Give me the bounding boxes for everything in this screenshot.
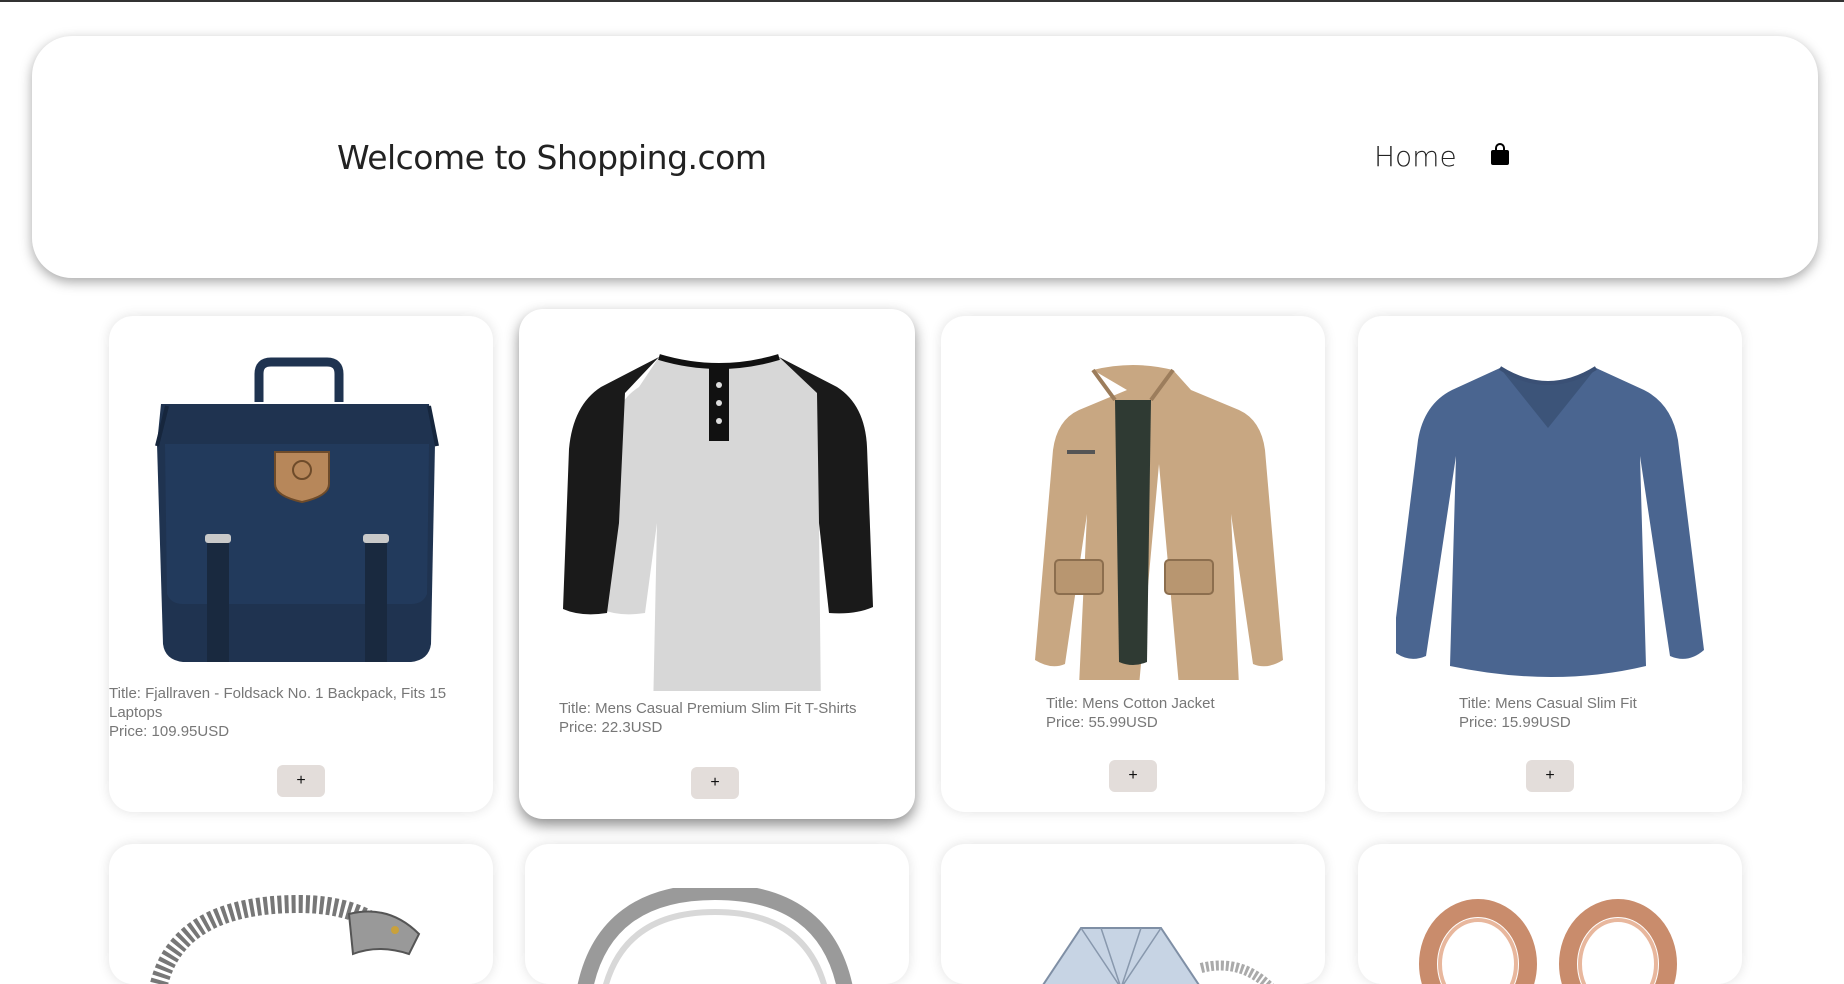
product-card: Title: Mens Casual Premium Slim Fit T-Sh…: [519, 309, 915, 819]
product-card: [941, 844, 1325, 984]
site-header: Welcome to Shopping.com Home: [32, 36, 1818, 278]
product-card: [1358, 844, 1742, 984]
product-title: Title: Mens Casual Slim Fit: [1459, 695, 1637, 712]
product-card: Title: Fjallraven - Foldsack No. 1 Backp…: [109, 316, 493, 812]
product-price: Price: 55.99USD: [1046, 714, 1158, 731]
product-image-earrings: [1419, 899, 1677, 984]
product-price: Price: 22.3USD: [559, 719, 663, 736]
product-price: Price: 15.99USD: [1459, 714, 1571, 731]
nav-home-link[interactable]: Home: [1374, 140, 1457, 173]
product-price: Price: 109.95USD: [109, 723, 230, 740]
add-to-cart-button[interactable]: +: [1109, 760, 1157, 792]
add-to-cart-button[interactable]: +: [1526, 760, 1574, 792]
product-image-ring: [577, 888, 853, 984]
product-image-jacket: [1035, 365, 1283, 680]
shopping-bag-icon[interactable]: [1490, 143, 1510, 165]
product-image-tshirt: [563, 354, 873, 691]
product-title: Title: Mens Casual Premium Slim Fit T-Sh…: [559, 700, 857, 717]
top-border-line: [0, 0, 1844, 2]
product-image-diamond-ring: [1042, 927, 1275, 984]
product-title: Title: Fjallraven - Foldsack No. 1 Backp…: [109, 685, 447, 721]
product-card: [109, 844, 493, 984]
product-image-longsleeve: [1396, 366, 1704, 677]
product-card: Title: Mens Cotton Jacket Price: 55.99US…: [941, 316, 1325, 812]
add-to-cart-button[interactable]: +: [277, 765, 325, 797]
product-card: [525, 844, 909, 984]
add-to-cart-button[interactable]: +: [691, 767, 739, 799]
product-image-bracelet: [150, 894, 421, 984]
product-image-backpack: [155, 357, 439, 662]
welcome-title: Welcome to Shopping.com: [337, 138, 767, 177]
product-card: Title: Mens Casual Slim Fit Price: 15.99…: [1358, 316, 1742, 812]
product-title: Title: Mens Cotton Jacket: [1046, 695, 1215, 712]
